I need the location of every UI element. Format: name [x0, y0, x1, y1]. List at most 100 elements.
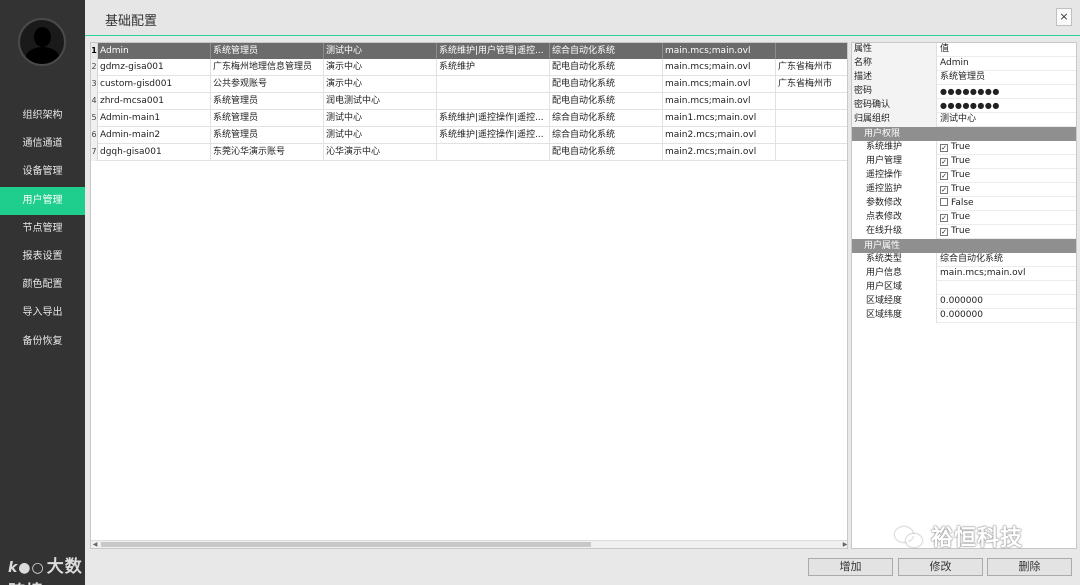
cell-username[interactable]: gdmz-gisa001	[98, 59, 211, 76]
table-row[interactable]: 6 Admin-main2 系统管理员 测试中心 系统维护|遥控操作|遥控...…	[91, 127, 847, 144]
cell-organization[interactable]: 测试中心	[324, 127, 437, 144]
password-confirm-field[interactable]: ●●●●●●●●	[938, 99, 1000, 113]
cell-region[interactable]	[776, 144, 847, 161]
cell-user-info[interactable]: main.mcs;main.ovl	[663, 43, 776, 59]
cell-system-type[interactable]: 配电自动化系统	[550, 76, 663, 93]
cell-permissions[interactable]	[437, 76, 550, 93]
property-value[interactable]: 系统管理员	[938, 71, 985, 85]
cell-permissions[interactable]: 系统维护|遥控操作|遥控...	[437, 127, 550, 144]
cell-region[interactable]: 广东省梅州市	[776, 59, 847, 76]
table-row[interactable]: 2 gdmz-gisa001 广东梅州地理信息管理员 演示中心 系统维护 配电自…	[91, 59, 847, 76]
cell-description[interactable]: 系统管理员	[211, 43, 324, 59]
edit-button[interactable]: 修改	[898, 558, 983, 576]
checkbox-checked-icon[interactable]: ✓	[940, 228, 948, 236]
sidebar-item-color-config[interactable]: 颜色配置	[0, 271, 85, 299]
cell-region[interactable]	[776, 110, 847, 127]
sidebar-item-import-export[interactable]: 导入导出	[0, 299, 85, 327]
horizontal-scrollbar[interactable]: ◀ ▶	[91, 540, 847, 548]
cell-user-info[interactable]: main2.mcs;main.ovl	[663, 127, 776, 144]
delete-button[interactable]: 删除	[987, 558, 1072, 576]
property-row-name[interactable]: 名称 Admin	[852, 57, 1076, 71]
cell-permissions[interactable]: 系统维护|遥控操作|遥控...	[437, 110, 550, 127]
cell-user-info[interactable]: main.mcs;main.ovl	[663, 93, 776, 110]
table-row[interactable]: 5 Admin-main1 系统管理员 测试中心 系统维护|遥控操作|遥控...…	[91, 110, 847, 127]
sidebar-item-device-management[interactable]: 设备管理	[0, 158, 85, 186]
cell-username[interactable]: zhrd-mcsa001	[98, 93, 211, 110]
table-row-selected[interactable]: 1 Admin 系统管理员 测试中心 系统维护|用户管理|遥控... 综合自动化…	[91, 43, 847, 59]
cell-username[interactable]: custom-gisd001	[98, 76, 211, 93]
cell-permissions[interactable]	[437, 93, 550, 110]
cell-system-type[interactable]: 综合自动化系统	[550, 110, 663, 127]
property-row-password[interactable]: 密码 ●●●●●●●●	[852, 85, 1076, 99]
checkbox-checked-icon[interactable]: ✓	[940, 214, 948, 222]
attribute-row-longitude[interactable]: 区域经度 0.000000	[852, 295, 1076, 309]
property-row-description[interactable]: 描述 系统管理员	[852, 71, 1076, 85]
attribute-row-latitude[interactable]: 区域纬度 0.000000	[852, 309, 1076, 323]
property-value[interactable]: 0.000000	[938, 309, 983, 323]
checkbox-unchecked-icon[interactable]	[940, 198, 948, 206]
cell-description[interactable]: 系统管理员	[211, 93, 324, 110]
table-row[interactable]: 3 custom-gisd001 公共参观账号 演示中心 配电自动化系统 mai…	[91, 76, 847, 93]
permission-row-remote-supervision[interactable]: 遥控监护 ✓ True	[852, 183, 1076, 197]
add-button[interactable]: 增加	[808, 558, 893, 576]
cell-user-info[interactable]: main.mcs;main.ovl	[663, 59, 776, 76]
cell-system-type[interactable]: 配电自动化系统	[550, 144, 663, 161]
attribute-row-user-info[interactable]: 用户信息 main.mcs;main.ovl	[852, 267, 1076, 281]
attribute-row-user-region[interactable]: 用户区域	[852, 281, 1076, 295]
cell-description[interactable]: 公共参观账号	[211, 76, 324, 93]
sidebar-item-report-settings[interactable]: 报表设置	[0, 243, 85, 271]
sidebar-item-comm-channel[interactable]: 通信通道	[0, 130, 85, 158]
cell-permissions[interactable]	[437, 144, 550, 161]
property-value[interactable]: main.mcs;main.ovl	[938, 267, 1025, 281]
property-row-organization[interactable]: 归属组织 测试中心	[852, 113, 1076, 127]
scroll-left-arrow-icon[interactable]: ◀	[91, 541, 99, 548]
cell-system-type[interactable]: 配电自动化系统	[550, 59, 663, 76]
avatar[interactable]	[18, 18, 66, 66]
user-table[interactable]: 1 Admin 系统管理员 测试中心 系统维护|用户管理|遥控... 综合自动化…	[90, 42, 848, 549]
property-value[interactable]: 测试中心	[938, 113, 976, 127]
cell-organization[interactable]: 演示中心	[324, 76, 437, 93]
cell-description[interactable]: 系统管理员	[211, 110, 324, 127]
attribute-row-system-type[interactable]: 系统类型 综合自动化系统	[852, 253, 1076, 267]
permission-row-remote-control[interactable]: 遥控操作 ✓ True	[852, 169, 1076, 183]
cell-system-type[interactable]: 综合自动化系统	[550, 43, 663, 59]
checkbox-checked-icon[interactable]: ✓	[940, 144, 948, 152]
cell-region[interactable]	[776, 127, 847, 144]
cell-user-info[interactable]: main.mcs;main.ovl	[663, 76, 776, 93]
close-button[interactable]: ×	[1056, 8, 1072, 26]
cell-system-type[interactable]: 综合自动化系统	[550, 127, 663, 144]
cell-user-info[interactable]: main1.mcs;main.ovl	[663, 110, 776, 127]
password-field[interactable]: ●●●●●●●●	[938, 85, 1000, 99]
section-header-attributes[interactable]: 用户属性	[852, 239, 1076, 253]
table-row[interactable]: 4 zhrd-mcsa001 系统管理员 润电测试中心 配电自动化系统 main…	[91, 93, 847, 110]
scroll-right-arrow-icon[interactable]: ▶	[841, 541, 847, 548]
cell-description[interactable]: 东莞沁华演示账号	[211, 144, 324, 161]
permission-row-online-upgrade[interactable]: 在线升级 ✓ True	[852, 225, 1076, 239]
cell-user-info[interactable]: main2.mcs;main.ovl	[663, 144, 776, 161]
sidebar-item-user-management[interactable]: 用户管理	[0, 186, 85, 215]
checkbox-checked-icon[interactable]: ✓	[940, 186, 948, 194]
property-value[interactable]: 0.000000	[938, 295, 983, 309]
cell-username[interactable]: Admin-main2	[98, 127, 211, 144]
checkbox-checked-icon[interactable]: ✓	[940, 158, 948, 166]
cell-region[interactable]: 广东省梅州市	[776, 76, 847, 93]
cell-description[interactable]: 系统管理员	[211, 127, 324, 144]
cell-system-type[interactable]: 配电自动化系统	[550, 93, 663, 110]
table-row[interactable]: 7 dgqh-gisa001 东莞沁华演示账号 沁华演示中心 配电自动化系统 m…	[91, 144, 847, 161]
cell-organization[interactable]: 测试中心	[324, 110, 437, 127]
cell-organization[interactable]: 测试中心	[324, 43, 437, 59]
scrollbar-thumb[interactable]	[101, 542, 591, 547]
sidebar-item-org-structure[interactable]: 组织架构	[0, 102, 85, 130]
permission-row-user-management[interactable]: 用户管理 ✓ True	[852, 155, 1076, 169]
permission-row-parameter-edit[interactable]: 参数修改 False	[852, 197, 1076, 211]
cell-username[interactable]: dgqh-gisa001	[98, 144, 211, 161]
property-value[interactable]: 综合自动化系统	[938, 253, 1003, 267]
cell-organization[interactable]: 演示中心	[324, 59, 437, 76]
cell-permissions[interactable]: 系统维护	[437, 59, 550, 76]
cell-organization[interactable]: 润电测试中心	[324, 93, 437, 110]
cell-region[interactable]	[776, 93, 847, 110]
cell-username[interactable]: Admin-main1	[98, 110, 211, 127]
cell-permissions[interactable]: 系统维护|用户管理|遥控...	[437, 43, 550, 59]
cell-region[interactable]	[776, 43, 847, 59]
property-row-password-confirm[interactable]: 密码确认 ●●●●●●●●	[852, 99, 1076, 113]
